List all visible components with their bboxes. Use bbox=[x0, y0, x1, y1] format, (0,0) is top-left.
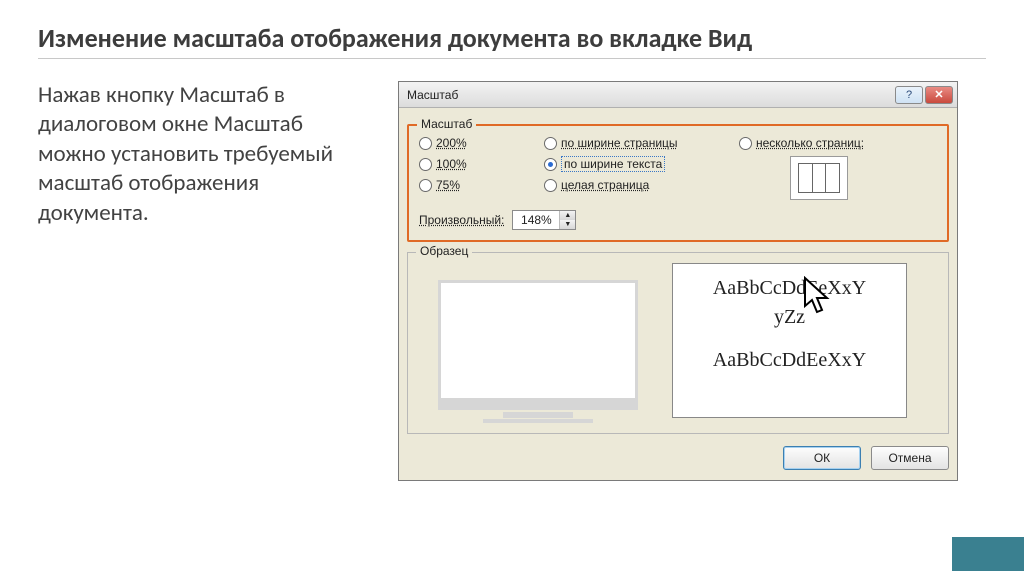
close-button[interactable]: ✕ bbox=[925, 86, 953, 104]
radio-indicator bbox=[544, 158, 557, 171]
slide: Изменение масштаба отображения документа… bbox=[0, 0, 1024, 576]
dialog-footer: ОК Отмена bbox=[407, 434, 949, 470]
scale-group-legend: Масштаб bbox=[417, 117, 476, 131]
monitor-icon bbox=[438, 280, 638, 410]
sample-monitor bbox=[418, 263, 658, 423]
ok-button[interactable]: ОК bbox=[783, 446, 861, 470]
monitor-base bbox=[483, 419, 593, 423]
help-button[interactable]: ? bbox=[895, 86, 923, 104]
radio-indicator bbox=[544, 179, 557, 192]
custom-scale-row: Произвольный: 148% ▲ ▼ bbox=[419, 210, 937, 230]
radio-page-width[interactable]: по ширине страницы bbox=[544, 136, 739, 150]
sample-line: AaBbCcDdEeXxY bbox=[681, 274, 898, 303]
sample-group-legend: Образец bbox=[416, 244, 472, 258]
slide-corner-accent bbox=[952, 537, 1024, 571]
slide-title: Изменение масштаба отображения документа… bbox=[38, 22, 986, 54]
radio-label: несколько страниц: bbox=[756, 136, 864, 150]
zoom-dialog: Масштаб ? ✕ Масштаб 200% bbox=[398, 81, 958, 481]
sample-area: AaBbCcDdEeXxY yZz AaBbCcDdEeXxY bbox=[418, 263, 938, 423]
radio-indicator bbox=[419, 158, 432, 171]
many-pages-preview[interactable] bbox=[790, 156, 848, 200]
radio-indicator bbox=[544, 137, 557, 150]
scale-groupbox: Масштаб 200% по ширине страницы bbox=[407, 124, 949, 242]
dialog-screenshot: Масштаб ? ✕ Масштаб 200% bbox=[398, 81, 958, 481]
scale-radio-grid: 200% по ширине страницы несколько страни… bbox=[419, 136, 937, 200]
radio-whole-page[interactable]: целая страница bbox=[544, 178, 739, 192]
radio-label: по ширине текста bbox=[561, 156, 665, 172]
radio-75[interactable]: 75% bbox=[419, 178, 544, 192]
sample-line: yZz bbox=[681, 303, 898, 332]
sample-line: AaBbCcDdEeXxY bbox=[681, 346, 898, 375]
sample-groupbox: Образец AaBbCcDdEeXxY yZz bbox=[407, 252, 949, 434]
content-row: Нажав кнопку Масштаб в диалоговом окне М… bbox=[38, 81, 986, 481]
cancel-button[interactable]: Отмена bbox=[871, 446, 949, 470]
dialog-titlebar: Масштаб ? ✕ bbox=[399, 82, 957, 108]
radio-label: целая страница bbox=[561, 178, 649, 192]
radio-label: 75% bbox=[436, 178, 460, 192]
slide-description: Нажав кнопку Масштаб в диалоговом окне М… bbox=[38, 81, 368, 481]
radio-label: по ширине страницы bbox=[561, 136, 678, 150]
spinner-buttons[interactable]: ▲ ▼ bbox=[559, 211, 575, 229]
title-divider bbox=[38, 58, 986, 59]
sample-spacer bbox=[681, 332, 898, 346]
radio-label: 100% bbox=[436, 157, 467, 171]
custom-scale-spinner[interactable]: 148% ▲ ▼ bbox=[512, 210, 576, 230]
sample-text-preview: AaBbCcDdEeXxY yZz AaBbCcDdEeXxY bbox=[672, 263, 907, 418]
custom-scale-label: Произвольный: bbox=[419, 213, 504, 227]
radio-many-pages[interactable]: несколько страниц: bbox=[739, 136, 899, 150]
radio-indicator bbox=[739, 137, 752, 150]
dialog-title: Масштаб bbox=[407, 88, 893, 102]
radio-indicator bbox=[419, 137, 432, 150]
monitor-stand bbox=[503, 412, 573, 418]
radio-label: 200% bbox=[436, 136, 467, 150]
pages-icon bbox=[798, 163, 840, 193]
radio-100[interactable]: 100% bbox=[419, 157, 544, 171]
dialog-body: Масштаб 200% по ширине страницы bbox=[399, 108, 957, 480]
spinner-down-icon[interactable]: ▼ bbox=[559, 220, 575, 229]
custom-scale-value: 148% bbox=[513, 211, 559, 229]
spinner-up-icon[interactable]: ▲ bbox=[559, 211, 575, 220]
radio-indicator bbox=[419, 179, 432, 192]
radio-text-width[interactable]: по ширине текста bbox=[544, 156, 739, 172]
radio-200[interactable]: 200% bbox=[419, 136, 544, 150]
